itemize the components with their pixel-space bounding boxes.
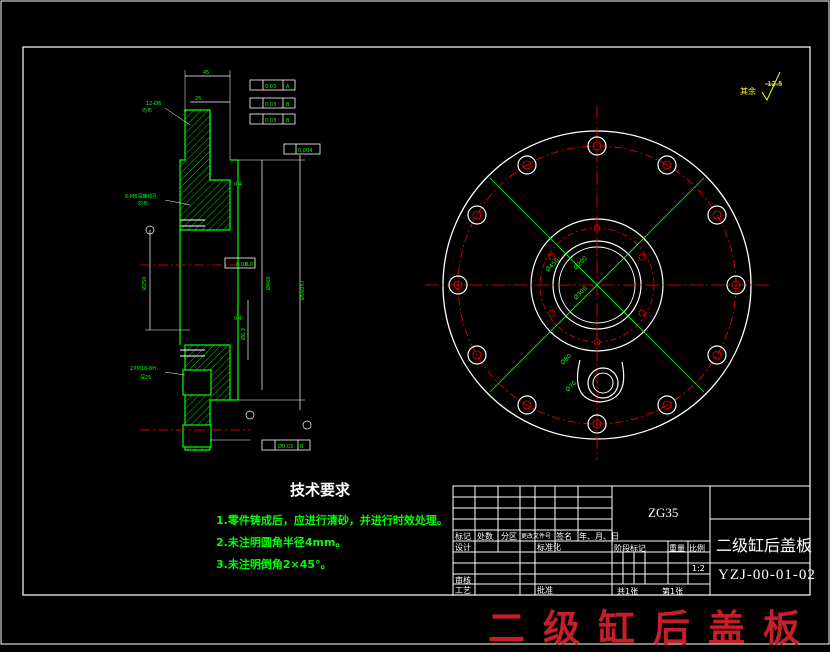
svg-text:2XM16-6H: 2XM16-6H (130, 366, 156, 372)
svg-text:Ø70: Ø70 (564, 380, 578, 394)
tb-gongyi: 工艺 (455, 586, 471, 595)
svg-text:A: A (286, 84, 290, 90)
front-view: Ø450 Ø200 Ø300 Ø80 Ø70 (425, 105, 770, 460)
tech-requirement-3: 3.未注明倒角2×45°。 (216, 558, 332, 571)
svg-text:Ø80: Ø80 (559, 353, 573, 367)
tb-bili: 比例 (689, 544, 705, 553)
material-label: ZG35 (648, 505, 679, 520)
svg-text:深25: 深25 (140, 374, 151, 381)
svg-text:Ø6.3: Ø6.3 (240, 328, 247, 340)
roughness-label: 其余 (740, 87, 756, 96)
svg-text:0.4: 0.4 (234, 182, 242, 188)
drawing-canvas: 0.03 A 0.03 B 0.03 B 0.004 0.03 Ø0.03 B 45 2… (0, 0, 830, 645)
svg-text:B: B (300, 444, 304, 450)
tech-requirement-1: 1.零件铸成后，应进行清砂，并进行时效处理。 (216, 514, 448, 527)
tb-qianming: 签名 (556, 532, 572, 541)
tb-chushu: 处数 (477, 532, 493, 541)
svg-text:45: 45 (203, 70, 209, 76)
svg-text:B: B (286, 118, 290, 124)
svg-text:Ø450: Ø450 (544, 257, 561, 274)
svg-text:25: 25 (195, 96, 201, 102)
watermark-title: 二级缸后盖板 (488, 606, 818, 650)
tech-requirements-title: 技术要求 (290, 481, 351, 499)
tb-zhongliang: 重量 (669, 544, 685, 553)
part-name: 二级缸后盖板 (716, 536, 813, 555)
svg-text:均布: 均布 (142, 107, 152, 114)
svg-text:6-M6深螺纹孔: 6-M6深螺纹孔 (125, 193, 157, 200)
tb-date: 年、月、日 (579, 532, 619, 541)
tb-biaoji: 标记 (455, 532, 471, 541)
tb-gong: 共1张 (617, 587, 639, 596)
svg-text:0.03: 0.03 (265, 84, 276, 90)
svg-text:0.4: 0.4 (234, 316, 242, 322)
drawing-number: YZJ-00-01-02 (718, 567, 816, 583)
tb-pizhun: 批准 (537, 586, 553, 595)
svg-text:Ø0.03: Ø0.03 (278, 443, 293, 450)
tech-requirement-2: 2.未注明圆角半径4mm。 (216, 536, 347, 549)
tb-di: 第1张 (662, 587, 684, 596)
svg-text:0.03: 0.03 (265, 118, 276, 124)
svg-text:Ø250: Ø250 (141, 277, 148, 290)
tb-gengai: 更改文件号 (521, 533, 552, 540)
svg-text:Ø300: Ø300 (572, 285, 589, 302)
svg-text:0.03: 0.03 (265, 102, 276, 108)
tb-fenqu: 分区 (501, 532, 517, 541)
svg-text:均布: 均布 (138, 200, 148, 207)
svg-text:Ø460: Ø460 (265, 277, 272, 290)
tb-scale: 1:2 (692, 564, 705, 573)
section-view: 0.03 A 0.03 B 0.03 B 0.004 0.03 Ø0.03 B 45 2… (125, 70, 321, 451)
svg-text:0.03: 0.03 (245, 262, 256, 268)
svg-text:12-Ø6: 12-Ø6 (146, 100, 161, 107)
roughness-value: 12.5 (767, 80, 783, 88)
tb-biaozhunhua: 标准化 (537, 543, 561, 552)
section-hatch-upper (179, 109, 231, 231)
svg-text:B: B (286, 102, 290, 108)
tb-sheji: 设计 (455, 543, 471, 552)
tb-jieduan: 阶段标记 (614, 544, 646, 553)
svg-text:Ø560h7: Ø560h7 (299, 280, 306, 300)
svg-text:0.004: 0.004 (298, 148, 312, 154)
